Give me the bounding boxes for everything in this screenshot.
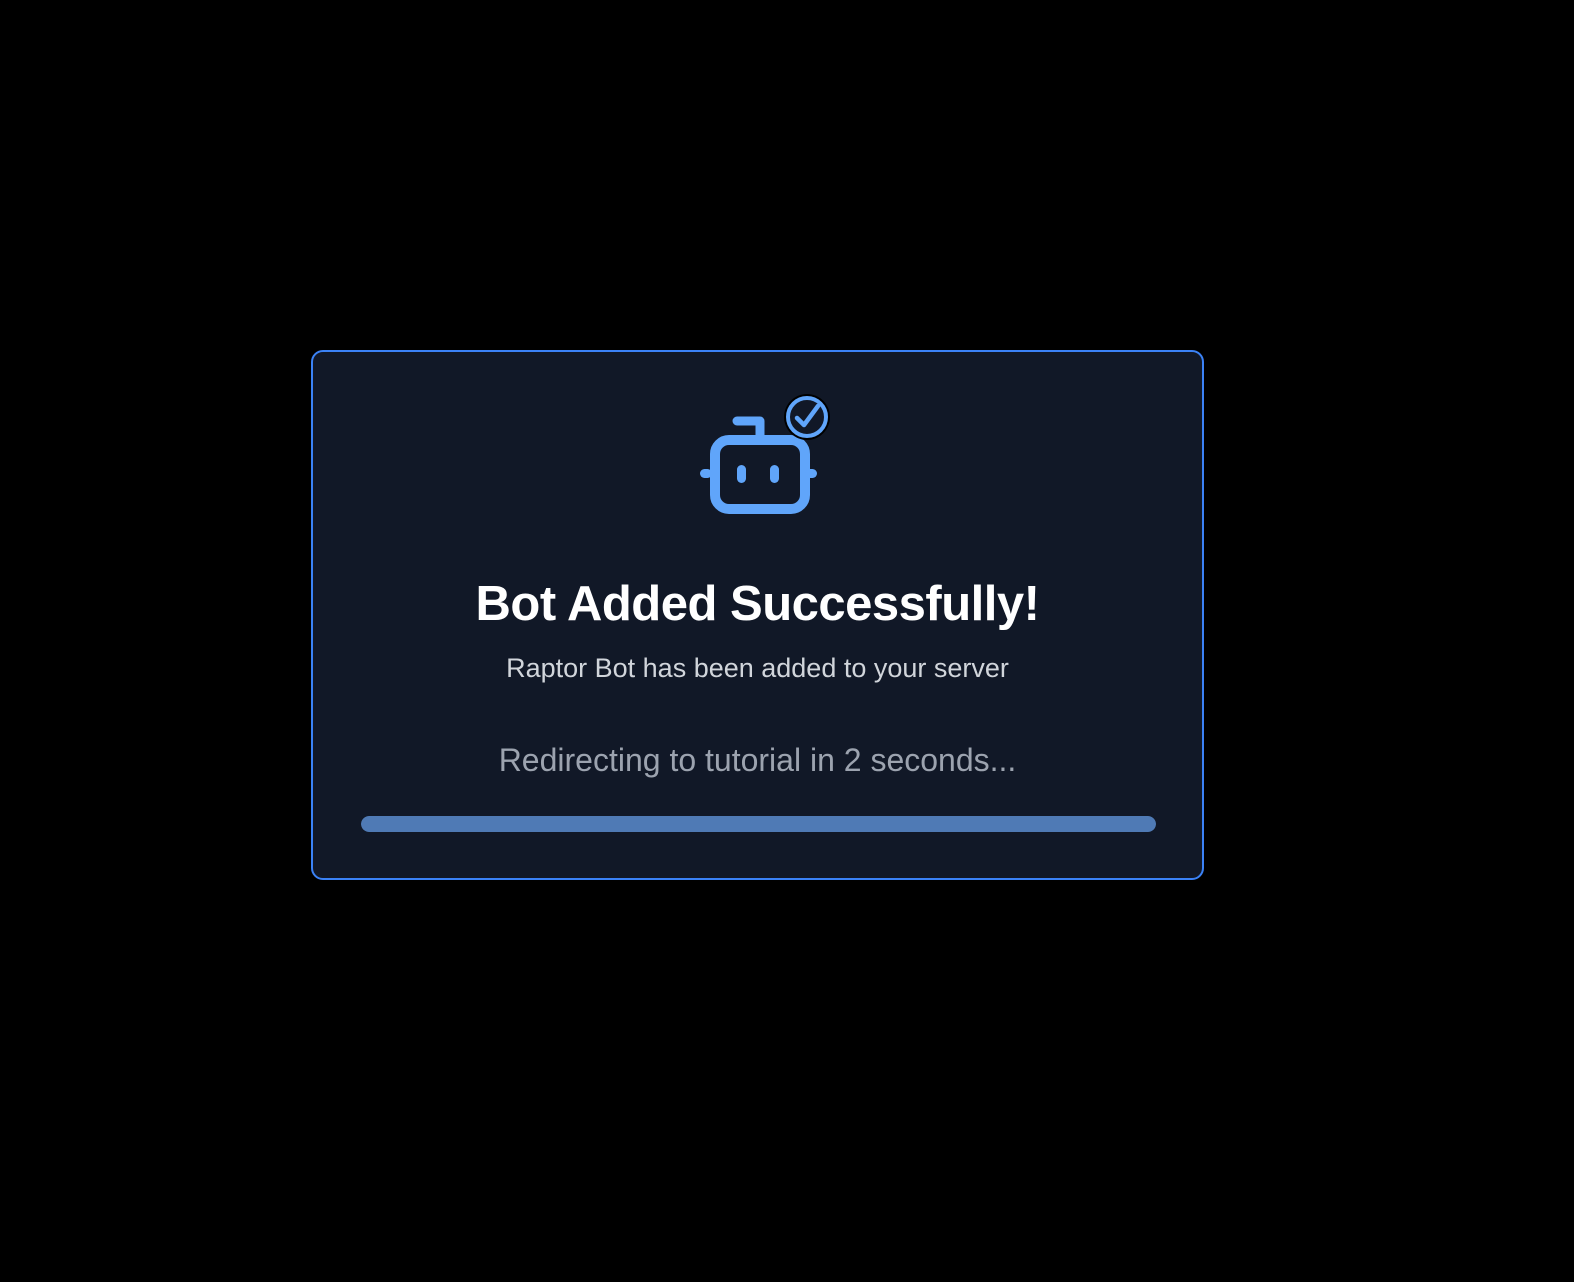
bot-success-icon-group: [700, 392, 834, 516]
dialog-title: Bot Added Successfully!: [475, 577, 1040, 631]
robot-icon: [700, 394, 830, 514]
check-circle-icon: [784, 394, 830, 440]
redirect-progress-fill: [361, 816, 1156, 832]
success-dialog: Bot Added Successfully! Raptor Bot has b…: [311, 350, 1204, 880]
redirect-message: Redirecting to tutorial in 2 seconds...: [498, 742, 1017, 778]
redirect-progress-bar: [361, 816, 1156, 832]
dialog-subtitle: Raptor Bot has been added to your server: [506, 653, 1009, 683]
